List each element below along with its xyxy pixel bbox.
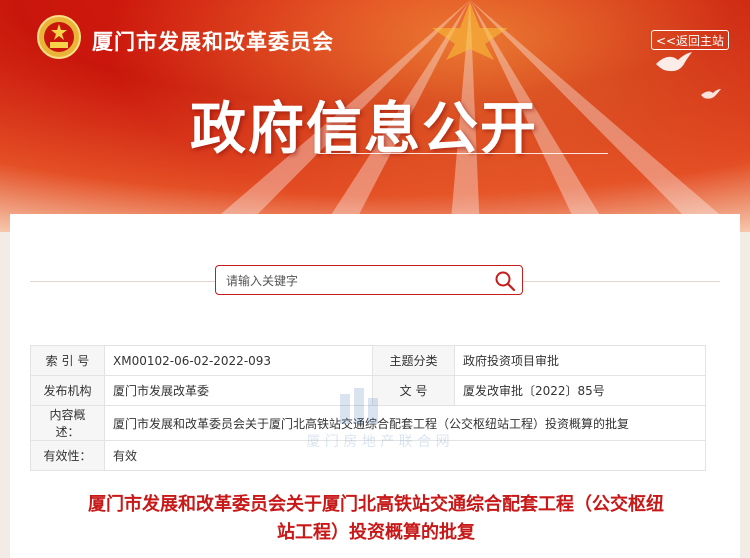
- table-row: 内容概述： 厦门市发展和改革委员会关于厦门北高铁站交通综合配套工程（公交枢纽站工…: [30, 405, 706, 441]
- search-box: [215, 265, 523, 295]
- dove-icon: [656, 52, 692, 72]
- document-title-line-1: 厦门市发展和改革委员会关于厦门北高铁站交通综合配套工程（公交枢纽: [88, 494, 664, 515]
- back-home-link[interactable]: <<返回主站: [651, 30, 729, 50]
- docno-label: 文 号: [372, 375, 455, 406]
- category-label: 主题分类: [372, 345, 455, 376]
- table-row: 发布机构 厦门市发展改革委 文 号 厦发改审批〔2022〕85号: [30, 375, 706, 406]
- validity-label: 有效性：: [30, 440, 105, 471]
- publisher-value: 厦门市发展改革委: [104, 375, 373, 406]
- validity-value: 有效: [104, 440, 706, 471]
- category-value: 政府投资项目审批: [454, 345, 706, 376]
- national-emblem-icon: [37, 15, 81, 59]
- docno-value: 厦发改审批〔2022〕85号: [454, 375, 706, 406]
- metadata-table: 索 引 号 XM00102-06-02-2022-093 主题分类 政府投资项目…: [30, 345, 706, 471]
- index-label: 索 引 号: [30, 345, 105, 376]
- table-row: 有效性： 有效: [30, 440, 706, 471]
- document-title-line-2: 站工程）投资概算的批复: [277, 522, 475, 543]
- publisher-label: 发布机构: [30, 375, 105, 406]
- summary-value: 厦门市发展和改革委员会关于厦门北高铁站交通综合配套工程（公交枢纽站工程）投资概算…: [104, 405, 706, 441]
- index-value: XM00102-06-02-2022-093: [104, 345, 373, 376]
- summary-label: 内容概述：: [30, 405, 105, 441]
- dove-small-icon: [701, 89, 721, 99]
- site-title[interactable]: 厦门市发展和改革委员会: [92, 26, 334, 56]
- search-icon[interactable]: [494, 270, 516, 292]
- search-input[interactable]: [224, 270, 488, 292]
- document-title: 厦门市发展和改革委员会关于厦门北高铁站交通综合配套工程（公交枢纽 站工程）投资概…: [56, 491, 696, 547]
- title-underline: [318, 153, 608, 154]
- star-glow-icon: [432, 2, 508, 60]
- table-row: 索 引 号 XM00102-06-02-2022-093 主题分类 政府投资项目…: [30, 345, 706, 376]
